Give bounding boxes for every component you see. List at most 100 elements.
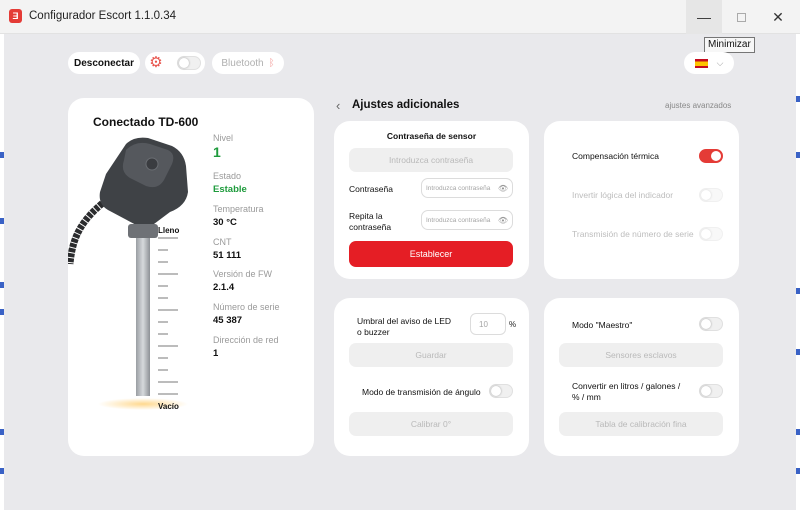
stat-value: 51 111 xyxy=(213,250,242,261)
set-password-button[interactable]: Establecer xyxy=(349,241,513,267)
spain-flag-icon xyxy=(694,58,708,68)
serial-transmission-toggle[interactable] xyxy=(699,227,723,241)
strip-mark xyxy=(796,468,800,474)
led-threshold-label: Umbral del aviso de LED o buzzer xyxy=(357,316,452,337)
toggle-knob xyxy=(701,229,711,239)
stat-level: Nivel 1 xyxy=(213,133,233,160)
bluetooth-icon: ᛒ xyxy=(268,57,275,69)
background-window-edge-left xyxy=(0,34,4,510)
led-card: Umbral del aviso de LED o buzzer 10 % Gu… xyxy=(334,298,529,456)
stat-label: CNT xyxy=(213,237,232,247)
minimize-tooltip: Minimizar xyxy=(704,37,755,53)
close-button[interactable]: ✕ xyxy=(760,0,796,34)
stat-temperature: Temperatura 30 °C xyxy=(213,204,264,228)
strip-mark xyxy=(796,288,800,294)
settings-toggle[interactable] xyxy=(177,56,201,70)
settings-toggle-group: ⚙ xyxy=(145,52,205,74)
strip-mark xyxy=(796,349,800,355)
password-card-title: Contraseña de sensor xyxy=(386,131,477,141)
password-input[interactable]: Introduzca contraseña 👁 xyxy=(421,178,513,198)
strip-mark xyxy=(0,152,4,158)
stat-serial: Número de serie 45 387 xyxy=(213,302,280,326)
disconnect-button[interactable]: Desconectar xyxy=(68,52,140,74)
angle-mode-toggle[interactable] xyxy=(489,384,513,398)
convert-units-label: Convertir en litros / galones / % / mm xyxy=(572,381,681,402)
repeat-password-label: Repita la contraseña xyxy=(349,211,392,232)
sensor-image xyxy=(68,137,188,410)
toggle-knob xyxy=(701,319,711,329)
stat-firmware: Versión de FW 2.1.4 xyxy=(213,269,272,293)
thermal-compensation-toggle[interactable] xyxy=(699,149,723,163)
stat-value: Estable xyxy=(213,184,247,195)
angle-mode-label: Modo de transmisión de ángulo xyxy=(362,387,481,397)
maximize-button[interactable] xyxy=(723,0,759,34)
toggle-knob xyxy=(701,190,711,200)
stat-label: Nivel xyxy=(213,133,234,143)
scale-full-label: Lleno xyxy=(158,226,180,235)
thermal-compensation-label: Compensación térmica xyxy=(572,151,659,161)
strip-mark xyxy=(796,429,800,435)
sensor-title: Conectado TD-600 xyxy=(93,115,199,129)
strip-mark xyxy=(0,218,4,224)
stat-state: Estado Estable xyxy=(213,171,247,195)
stat-label: Número de serie xyxy=(213,302,280,312)
scale-empty-label: Vacío xyxy=(158,402,179,411)
master-mode-label: Modo "Maestro" xyxy=(572,320,633,330)
window-title: Configurador Escort 1.1.0.34 xyxy=(29,10,177,22)
gear-icon[interactable]: ⚙ xyxy=(147,54,165,72)
repeat-password-placeholder: Introduzca contraseña xyxy=(426,216,491,224)
strip-mark xyxy=(0,309,4,315)
maximize-icon xyxy=(736,12,746,22)
close-icon: ✕ xyxy=(772,8,784,25)
calibrate-zero-button[interactable]: Calibrar 0° xyxy=(349,412,513,436)
stat-label: Versión de FW xyxy=(213,269,273,279)
stat-cnt: CNT 51 111 xyxy=(213,237,241,261)
convert-units-toggle[interactable] xyxy=(699,384,723,398)
invert-logic-label: Invertir lógica del indicador xyxy=(572,190,674,200)
repeat-password-input[interactable]: Introduzca contraseña 👁 xyxy=(421,210,513,230)
eye-icon[interactable]: 👁 xyxy=(498,216,508,225)
serial-transmission-label: Transmisión de número de serie xyxy=(572,229,694,239)
back-arrow-icon[interactable]: ‹ xyxy=(336,98,340,113)
master-card: Modo "Maestro" Sensores esclavos Convert… xyxy=(544,298,739,456)
stat-value: 2.1.4 xyxy=(213,282,235,293)
advanced-settings-link[interactable]: ajustes avanzados xyxy=(665,101,731,110)
stat-value: 45 387 xyxy=(213,315,243,326)
strip-mark xyxy=(0,468,4,474)
bluetooth-button[interactable]: Bluetooth ᛒ xyxy=(212,52,284,74)
calibration-table-button[interactable]: Tabla de calibración fina xyxy=(559,412,723,436)
threshold-unit: % xyxy=(509,320,517,329)
minimize-button[interactable]: — xyxy=(686,0,722,34)
stat-label: Dirección de red xyxy=(213,335,279,345)
strip-mark xyxy=(0,429,4,435)
sensor-card: Conectado TD-600 Lleno Vacío Nivel 1 Est… xyxy=(68,98,314,456)
title-bar: Ǝ Configurador Escort 1.1.0.34 — ✕ xyxy=(0,0,800,34)
stat-label: Estado xyxy=(213,171,242,181)
bluetooth-label: Bluetooth xyxy=(221,57,264,69)
section-title: Ajustes adicionales xyxy=(352,99,460,111)
toggle-knob xyxy=(711,151,721,161)
language-selector[interactable]: ⌵ xyxy=(684,52,734,74)
strip-mark xyxy=(796,152,800,158)
chevron-down-icon: ⌵ xyxy=(716,57,724,68)
invert-logic-toggle[interactable] xyxy=(699,188,723,202)
save-button[interactable]: Guardar xyxy=(349,343,513,367)
stat-value: 1 xyxy=(213,144,221,160)
stat-network-address: Dirección de red 1 xyxy=(213,335,279,359)
stat-value: 30 °C xyxy=(213,217,237,228)
slave-sensors-button[interactable]: Sensores esclavos xyxy=(559,343,723,367)
master-mode-toggle[interactable] xyxy=(699,317,723,331)
led-threshold-input[interactable]: 10 xyxy=(470,313,506,335)
toggle-knob xyxy=(179,58,189,68)
toggle-knob xyxy=(701,386,711,396)
strip-mark xyxy=(0,282,4,288)
password-card: Contraseña de sensor Introduzca contrase… xyxy=(334,121,529,279)
stat-value: 1 xyxy=(213,348,219,359)
toggle-knob xyxy=(491,386,501,396)
password-label: Contraseña xyxy=(349,184,393,194)
app-logo-icon: Ǝ xyxy=(9,9,22,23)
eye-icon[interactable]: 👁 xyxy=(498,184,508,193)
strip-mark xyxy=(796,96,800,102)
enter-password-button[interactable]: Introduzca contraseña xyxy=(349,148,513,172)
password-placeholder: Introduzca contraseña xyxy=(426,184,491,192)
